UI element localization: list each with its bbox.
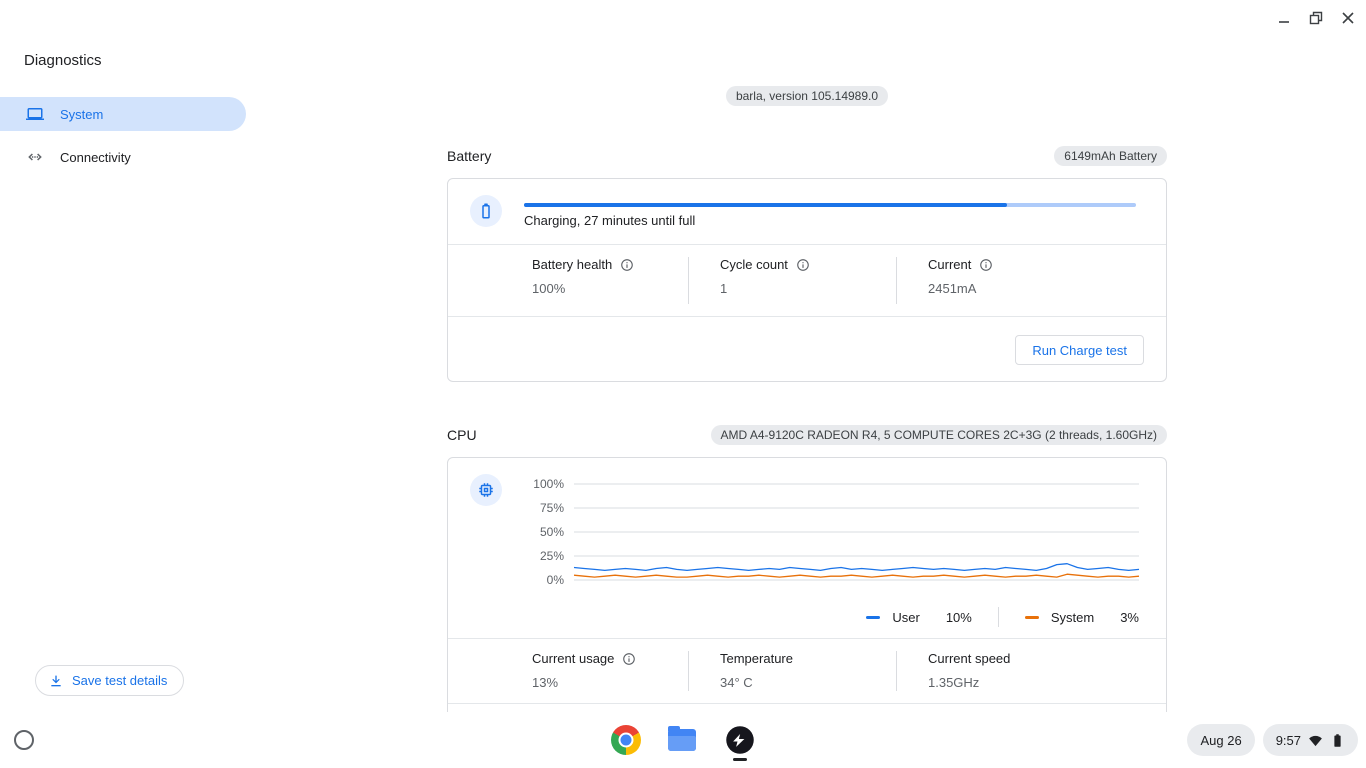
battery-stats-row: Battery health 100% Cycle count 1 <box>448 245 1166 317</box>
save-test-details-button[interactable]: Save test details <box>35 665 184 696</box>
restore-button[interactable] <box>1306 8 1326 28</box>
current-label: Current <box>928 257 971 272</box>
battery-card: Charging, 27 minutes until full Battery … <box>447 178 1167 382</box>
system-legend-value: 3% <box>1120 610 1139 625</box>
files-icon <box>668 729 696 751</box>
battery-health-label: Battery health <box>532 257 612 272</box>
battery-section-header: Battery 6149mAh Battery <box>447 146 1167 166</box>
save-test-details-label: Save test details <box>72 673 167 688</box>
files-app-button[interactable] <box>668 725 698 755</box>
cpu-usage-chart: 100% 75% 50% 25% 0% <box>528 476 1148 588</box>
battery-health-value: 100% <box>532 281 688 296</box>
window-controls <box>1274 8 1358 28</box>
battery-progress-fill <box>524 203 1007 207</box>
battery-health-stat: Battery health 100% <box>448 245 688 316</box>
chrome-app-button[interactable] <box>611 725 641 755</box>
svg-text:0%: 0% <box>547 573 565 587</box>
cpu-chart-area: 100% 75% 50% 25% 0% <box>448 458 1166 596</box>
run-charge-test-button[interactable]: Run Charge test <box>1015 335 1144 365</box>
sidebar-item-label: System <box>60 107 103 122</box>
cpu-title: CPU <box>447 427 477 443</box>
shelf: Aug 26 9:57 <box>0 712 1366 768</box>
shelf-apps <box>611 725 755 755</box>
svg-text:50%: 50% <box>540 525 564 539</box>
wifi-icon <box>1308 733 1323 748</box>
cpu-legend: User 10% System 3% <box>448 596 1166 639</box>
info-icon[interactable] <box>796 258 810 272</box>
temperature-value: 34° C <box>720 675 896 690</box>
version-chip: barla, version 105.14989.0 <box>726 86 888 106</box>
ethernet-icon <box>26 148 44 166</box>
current-value: 2451mA <box>928 281 1167 296</box>
cpu-icon-circle <box>470 474 502 506</box>
current-usage-stat: Current usage 13% <box>448 639 688 703</box>
minimize-icon <box>1277 11 1291 25</box>
system-legend-swatch <box>1025 616 1039 619</box>
cycle-count-stat: Cycle count 1 <box>688 245 896 316</box>
legend-divider <box>998 607 999 627</box>
sidebar-item-label: Connectivity <box>60 150 131 165</box>
running-app-indicator <box>733 758 747 761</box>
date-pill[interactable]: Aug 26 <box>1187 724 1254 756</box>
current-usage-label: Current usage <box>532 651 614 666</box>
close-icon <box>1341 11 1355 25</box>
download-icon <box>48 673 64 689</box>
temperature-label: Temperature <box>720 651 793 666</box>
cpu-spec-chip: AMD A4-9120C RADEON R4, 5 COMPUTE CORES … <box>711 425 1167 445</box>
info-icon[interactable] <box>622 652 636 666</box>
temperature-stat: Temperature 34° C <box>688 639 896 703</box>
launcher-button[interactable] <box>14 730 34 750</box>
current-speed-stat: Current speed 1.35GHz <box>896 639 1167 703</box>
chrome-icon <box>611 725 641 755</box>
battery-charge-row: Charging, 27 minutes until full <box>448 179 1166 245</box>
battery-icon <box>477 202 495 220</box>
sidebar: System Connectivity <box>0 97 246 183</box>
battery-status-icon <box>1330 733 1345 748</box>
cpu-stats-row: Current usage 13% Temperature 34° C Curr… <box>448 639 1166 704</box>
sidebar-item-connectivity[interactable]: Connectivity <box>0 140 246 174</box>
battery-title: Battery <box>447 148 491 164</box>
cpu-section-header: CPU AMD A4-9120C RADEON R4, 5 COMPUTE CO… <box>447 425 1167 445</box>
battery-icon-circle <box>470 195 502 227</box>
user-legend-swatch <box>866 616 880 619</box>
status-tray: Aug 26 9:57 <box>1187 724 1358 756</box>
time-label: 9:57 <box>1276 733 1301 748</box>
cycle-count-label: Cycle count <box>720 257 788 272</box>
laptop-icon <box>26 105 44 123</box>
user-legend-value: 10% <box>946 610 972 625</box>
main-content: barla, version 105.14989.0 Battery 6149m… <box>447 0 1167 768</box>
current-speed-label: Current speed <box>928 651 1010 666</box>
system-legend-name: System <box>1051 610 1094 625</box>
date-label: Aug 26 <box>1200 733 1241 748</box>
system-tray-pill[interactable]: 9:57 <box>1263 724 1358 756</box>
cycle-count-value: 1 <box>720 281 896 296</box>
minimize-button[interactable] <box>1274 8 1294 28</box>
restore-icon <box>1309 11 1323 25</box>
battery-spec-chip: 6149mAh Battery <box>1054 146 1167 166</box>
messenger-icon <box>725 725 755 755</box>
user-legend-name: User <box>892 610 919 625</box>
messenger-app-button[interactable] <box>725 725 755 755</box>
cpu-icon <box>477 481 495 499</box>
sidebar-item-system[interactable]: System <box>0 97 246 131</box>
close-button[interactable] <box>1338 8 1358 28</box>
current-usage-value: 13% <box>532 675 688 690</box>
svg-text:100%: 100% <box>533 477 564 491</box>
svg-text:25%: 25% <box>540 549 564 563</box>
info-icon[interactable] <box>620 258 634 272</box>
info-icon[interactable] <box>979 258 993 272</box>
battery-action-row: Run Charge test <box>448 317 1166 382</box>
battery-charge-status: Charging, 27 minutes until full <box>524 213 695 228</box>
current-stat: Current 2451mA <box>896 245 1167 316</box>
svg-text:75%: 75% <box>540 501 564 515</box>
page-title: Diagnostics <box>24 52 102 69</box>
current-speed-value: 1.35GHz <box>928 675 1167 690</box>
battery-progress-bar <box>524 203 1136 207</box>
